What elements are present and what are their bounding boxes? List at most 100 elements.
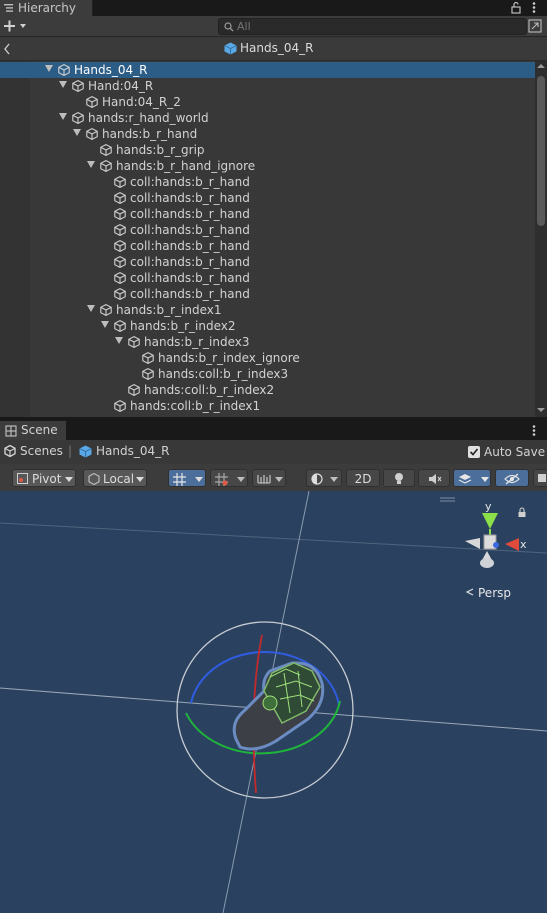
- hierarchy-row[interactable]: hands:coll:b_r_index3: [0, 366, 535, 382]
- hierarchy-row[interactable]: coll:hands:b_r_hand: [0, 238, 535, 254]
- projection-persp-label[interactable]: Persp: [478, 586, 511, 600]
- hierarchy-row[interactable]: Hand:04_R_2: [0, 94, 535, 110]
- local-label: Local: [103, 472, 135, 486]
- chevron-down-icon: [237, 477, 245, 482]
- search-input[interactable]: [237, 19, 517, 34]
- scene-canvas[interactable]: [0, 491, 547, 913]
- gameobject-cube-icon: [72, 112, 84, 124]
- view-orientation-gizmo[interactable]: [465, 513, 519, 568]
- hierarchy-row[interactable]: coll:hands:b_r_hand: [0, 222, 535, 238]
- gameobject-cube-icon: [100, 160, 112, 172]
- shading-mode-dropdown[interactable]: [306, 469, 342, 487]
- hierarchy-row-label: Hands_04_R: [74, 63, 148, 77]
- scene-breadcrumb-bar: Scenes | Hands_04_R Auto Save: [0, 440, 547, 464]
- hierarchy-row[interactable]: hands:b_r_index2: [0, 318, 535, 334]
- pivot-icon: [17, 473, 28, 484]
- search-field[interactable]: [218, 18, 527, 35]
- effects-dropdown[interactable]: [453, 469, 491, 487]
- prefab-icon: [224, 42, 237, 55]
- hierarchy-row[interactable]: coll:hands:b_r_hand: [0, 190, 535, 206]
- gameobject-cube-icon: [114, 288, 126, 300]
- breadcrumb-separator: |: [68, 444, 73, 458]
- chevron-down-icon: [136, 477, 144, 482]
- scene-more-options-icon[interactable]: [531, 424, 537, 437]
- gameobject-cube-icon: [114, 272, 126, 284]
- hierarchy-row[interactable]: hands:coll:b_r_index1: [0, 398, 535, 414]
- expand-arrow-icon[interactable]: [87, 305, 95, 312]
- hierarchy-row[interactable]: coll:hands:b_r_hand: [0, 174, 535, 190]
- hierarchy-row-label: Hand:04_R_2: [102, 95, 181, 109]
- expand-arrow-icon[interactable]: [45, 65, 53, 72]
- pivot-label: Pivot: [32, 472, 62, 486]
- gameobject-cube-icon: [142, 368, 154, 380]
- add-icon[interactable]: [3, 19, 29, 33]
- hierarchy-row[interactable]: hands:b_r_index1: [0, 302, 535, 318]
- hierarchy-row[interactable]: coll:hands:b_r_hand: [0, 206, 535, 222]
- lighting-toggle[interactable]: [383, 469, 415, 487]
- expand-arrow-icon[interactable]: [59, 113, 67, 120]
- increment-snap-toggle[interactable]: [210, 469, 248, 487]
- gameobject-cube-icon: [58, 64, 70, 76]
- hand-model[interactable]: [232, 661, 325, 751]
- expand-arrow-icon[interactable]: [101, 321, 109, 328]
- gizmo-square-icon: [538, 474, 546, 482]
- hierarchy-scroll-thumb[interactable]: [537, 76, 545, 226]
- expand-arrow-icon[interactable]: [73, 129, 81, 136]
- gameobject-cube-icon: [114, 320, 126, 332]
- auto-save-checkbox[interactable]: [468, 446, 480, 458]
- lock-icon[interactable]: [510, 1, 522, 14]
- chevron-down-icon: [481, 477, 489, 482]
- hierarchy-row[interactable]: Hand:04_R: [0, 78, 535, 94]
- gameobject-cube-icon: [100, 304, 112, 316]
- snap-increment-icon: [215, 473, 228, 486]
- tab-scene[interactable]: Scene: [0, 421, 66, 440]
- expand-arrow-icon[interactable]: [59, 81, 67, 88]
- hierarchy-row[interactable]: coll:hands:b_r_hand: [0, 254, 535, 270]
- auto-save-label: Auto Save: [484, 445, 546, 459]
- shading-sphere-icon: [311, 473, 323, 485]
- hierarchy-row[interactable]: hands:b_r_hand: [0, 126, 535, 142]
- expand-arrow-icon[interactable]: [87, 161, 95, 168]
- more-options-icon[interactable]: [531, 1, 537, 14]
- scene-viewport[interactable]: y x Persp: [0, 491, 547, 913]
- hierarchy-row[interactable]: hands:coll:b_r_index2: [0, 382, 535, 398]
- hierarchy-row[interactable]: Hands_04_R: [0, 62, 535, 78]
- tab-hierarchy[interactable]: Hierarchy: [0, 0, 93, 16]
- mode-2d-toggle[interactable]: 2D: [346, 469, 380, 487]
- grid-snapping-toggle[interactable]: [168, 469, 206, 487]
- gizmo-x-cone[interactable]: [505, 538, 519, 551]
- chevron-down-icon: [330, 477, 338, 482]
- gameobject-cube-icon: [114, 400, 126, 412]
- breadcrumb-scenes[interactable]: Scenes: [20, 444, 63, 458]
- hierarchy-row-label: coll:hands:b_r_hand: [130, 175, 250, 189]
- hierarchy-row[interactable]: hands:b_r_index3: [0, 334, 535, 350]
- hierarchy-row[interactable]: hands:r_hand_world: [0, 110, 535, 126]
- scene-visibility-toggle[interactable]: [495, 469, 529, 487]
- hierarchy-row[interactable]: coll:hands:b_r_hand: [0, 286, 535, 302]
- ruler-dropdown[interactable]: [252, 469, 286, 487]
- expand-arrow-icon[interactable]: [115, 337, 123, 344]
- gizmo-lock-icon[interactable]: [517, 507, 527, 518]
- audio-toggle[interactable]: [418, 469, 450, 487]
- grid-line: [0, 522, 547, 554]
- hierarchy-row[interactable]: hands:b_r_hand_ignore: [0, 158, 535, 174]
- hierarchy-row[interactable]: hands:b_r_index_ignore: [0, 350, 535, 366]
- scroll-down-icon[interactable]: [537, 407, 545, 413]
- hierarchy-row-label: coll:hands:b_r_hand: [130, 191, 250, 205]
- search-options-icon[interactable]: [528, 19, 542, 33]
- gizmos-toggle[interactable]: [533, 469, 547, 487]
- scroll-up-icon[interactable]: [537, 63, 545, 69]
- local-dropdown[interactable]: Local: [83, 469, 147, 487]
- gizmo-y-cone[interactable]: [482, 513, 498, 529]
- back-chevron-icon[interactable]: [3, 43, 11, 55]
- scene-tab-bar: Scene: [0, 421, 547, 440]
- gizmo-neg-x-cone[interactable]: [465, 538, 480, 549]
- gizmo-x-label: x: [520, 538, 527, 551]
- gameobject-cube-icon: [86, 96, 98, 108]
- hierarchy-row[interactable]: hands:b_r_grip: [0, 142, 535, 158]
- hierarchy-row-label: hands:coll:b_r_index2: [144, 383, 275, 397]
- breadcrumb-prefab[interactable]: Hands_04_R: [96, 444, 169, 458]
- pivot-dropdown[interactable]: Pivot: [12, 469, 76, 487]
- hierarchy-row[interactable]: coll:hands:b_r_hand: [0, 270, 535, 286]
- gameobject-cube-icon: [142, 352, 154, 364]
